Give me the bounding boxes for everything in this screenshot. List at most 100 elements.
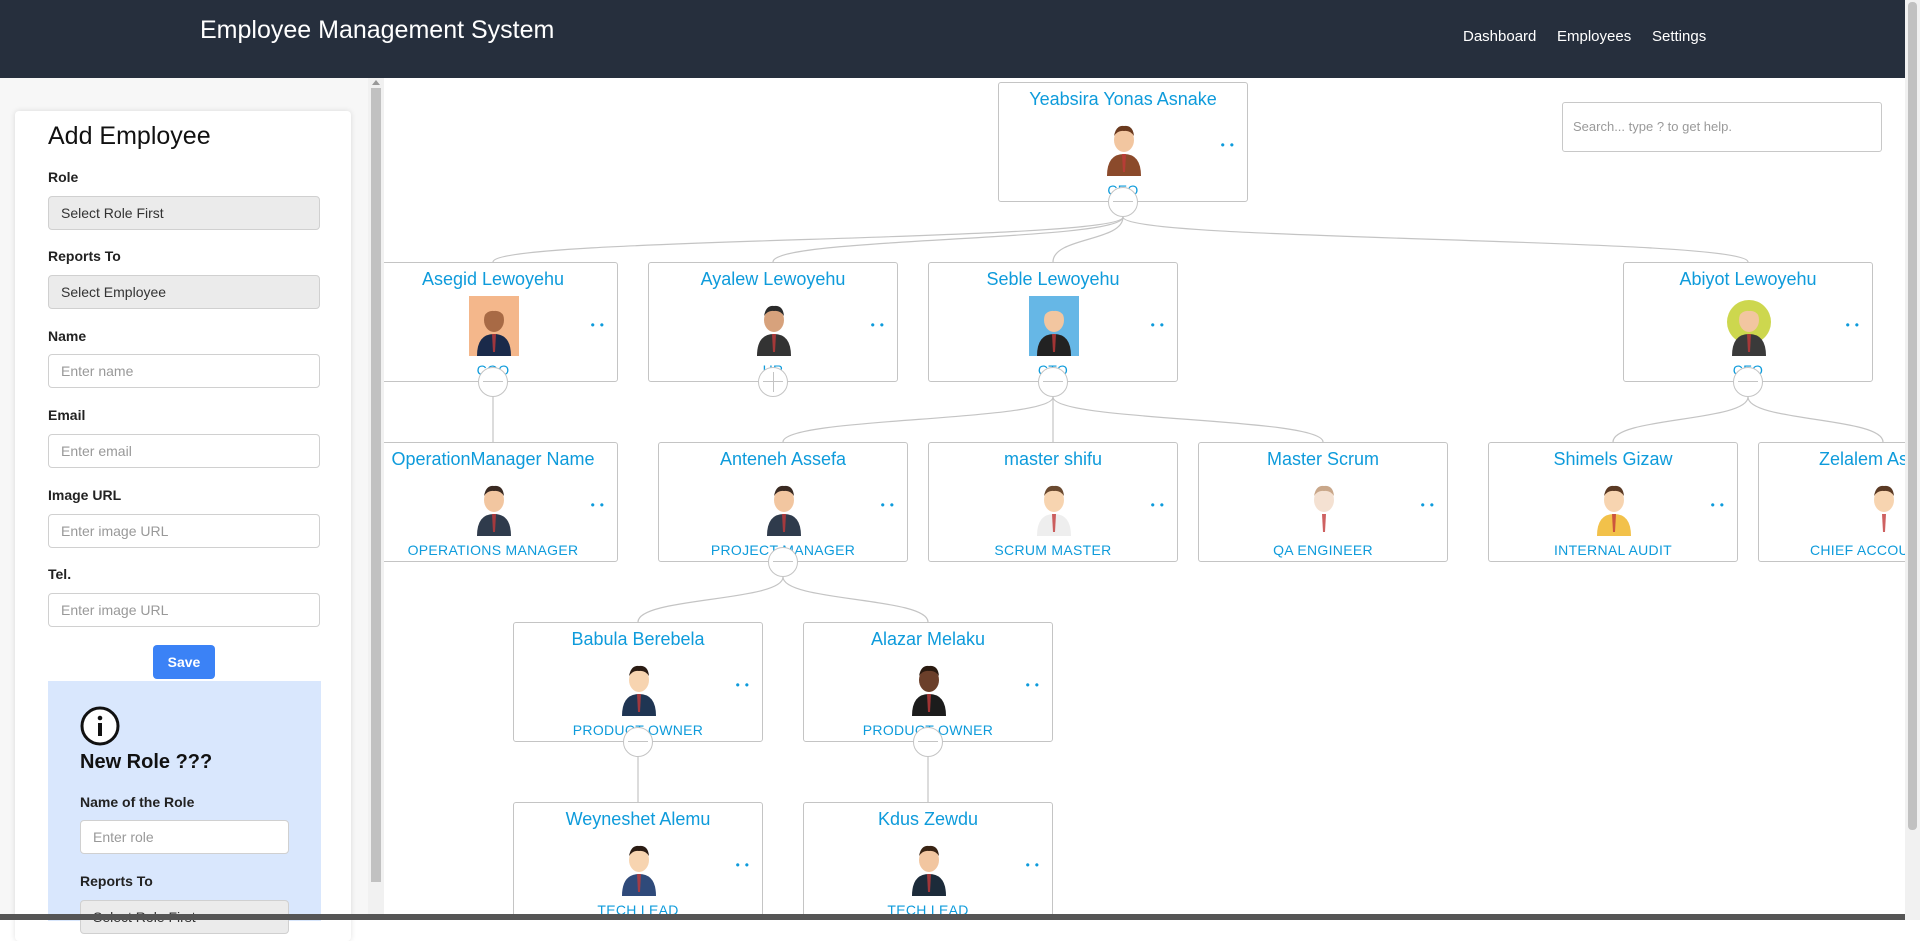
node-menu-icon[interactable]: •• (1026, 678, 1044, 692)
node-menu-icon[interactable]: •• (1846, 318, 1864, 332)
employee-node[interactable]: OperationManager Name OPERATIONS MANAGER •… (384, 442, 618, 562)
employee-role: QA ENGINEER (1273, 542, 1373, 558)
employee-role: SCRUM MASTER (994, 542, 1112, 558)
employee-node[interactable]: Babula Berebela PRODUCT OWNER •• (513, 622, 763, 742)
employee-name: Ayalew Lewoyehu (700, 269, 846, 289)
reports-to-select[interactable]: Select Employee (48, 275, 320, 309)
node-menu-icon[interactable]: •• (1151, 498, 1169, 512)
node-menu-icon[interactable]: •• (736, 678, 754, 692)
image-url-input[interactable]: Enter image URL (48, 514, 320, 548)
connector-line (772, 216, 1124, 263)
node-menu-icon[interactable]: •• (871, 318, 889, 332)
employee-avatar (749, 296, 799, 356)
org-chart[interactable]: Search... type ? to get help. Yeabsira Y… (384, 78, 1905, 914)
collapse-toggle-icon[interactable] (478, 367, 508, 397)
employee-avatar (1029, 476, 1079, 536)
employee-node[interactable]: Alazar Melaku PRODUCT OWNER •• (803, 622, 1053, 742)
employee-node[interactable]: Shimels Gizaw INTERNAL AUDIT •• (1488, 442, 1738, 562)
employee-node[interactable]: Anteneh Assefa PROJECT MANAGER •• (658, 442, 908, 562)
connector-line (492, 216, 1124, 263)
employee-name: Kdus Zewdu (877, 809, 979, 829)
employee-node[interactable]: Master Scrum QA ENGINEER •• (1198, 442, 1448, 562)
nav-dashboard[interactable]: Dashboard (1463, 28, 1536, 45)
role-name-input[interactable]: Enter role (80, 820, 289, 854)
employee-avatar (1589, 476, 1639, 536)
employee-name: Zelalem Asnake (1818, 449, 1905, 469)
reports-to-label: Reports To (48, 248, 121, 264)
collapse-toggle-icon[interactable] (1733, 367, 1763, 397)
employee-node[interactable]: Weyneshet Alemu TECH LEAD •• (513, 802, 763, 914)
role-name-label: Name of the Role (80, 794, 195, 810)
employee-avatar (759, 476, 809, 536)
name-label: Name (48, 328, 87, 344)
collapse-toggle-icon[interactable] (1108, 187, 1138, 217)
info-icon (80, 706, 120, 746)
node-menu-icon[interactable]: •• (591, 318, 609, 332)
employee-node[interactable]: Kdus Zewdu TECH LEAD •• (803, 802, 1053, 914)
connector-line (1612, 396, 1749, 443)
employee-avatar (469, 476, 519, 536)
employee-name: Asegid Lewoyehu (421, 269, 565, 289)
nav-settings[interactable]: Settings (1652, 28, 1706, 45)
employee-avatar (614, 836, 664, 896)
node-menu-icon[interactable]: •• (1151, 318, 1169, 332)
employee-role: INTERNAL AUDIT (1553, 542, 1673, 558)
node-menu-icon[interactable]: •• (1221, 138, 1239, 152)
employee-name: Babula Berebela (571, 629, 705, 649)
image-url-label: Image URL (48, 487, 122, 503)
employee-role: CHIEF ACCOUNTANT (1809, 542, 1905, 558)
add-employee-title: Add Employee (48, 122, 211, 150)
bottom-edge (0, 914, 1905, 920)
role-label: Role (48, 169, 79, 185)
node-menu-icon[interactable]: •• (1026, 858, 1044, 872)
name-input[interactable]: Enter name (48, 354, 320, 388)
employee-avatar (904, 836, 954, 896)
node-menu-icon[interactable]: •• (1421, 498, 1439, 512)
collapse-toggle-icon[interactable] (1038, 367, 1068, 397)
employee-name: Master Scrum (1266, 449, 1380, 469)
collapse-toggle-icon[interactable] (768, 547, 798, 577)
employee-avatar (1724, 296, 1774, 356)
employee-name: Anteneh Assefa (719, 449, 847, 469)
employee-avatar (469, 296, 519, 356)
node-menu-icon[interactable]: •• (881, 498, 899, 512)
tel-input[interactable]: Enter image URL (48, 593, 320, 627)
employee-avatar (1299, 476, 1349, 536)
email-input[interactable]: Enter email (48, 434, 320, 468)
connector-line (637, 576, 784, 623)
employee-name: Weyneshet Alemu (565, 809, 711, 829)
connector-line (1747, 396, 1884, 443)
employee-node[interactable]: master shifu SCRUM MASTER •• (928, 442, 1178, 562)
employee-node[interactable]: Seble LewoyehuCTO•• (928, 262, 1178, 382)
employee-node[interactable]: Zelalem AsnakeCHIEF ACCOUNTANT•• (1758, 442, 1905, 562)
employee-name: Yeabsira Yonas Asnake (1029, 89, 1217, 109)
employee-avatar (614, 656, 664, 716)
node-menu-icon[interactable]: •• (1711, 498, 1729, 512)
employee-name: Abiyot Lewoyehu (1679, 269, 1817, 289)
sidebar-scroll-thumb[interactable] (371, 88, 381, 882)
save-button[interactable]: Save (153, 645, 215, 679)
employee-node[interactable]: Ayalew LewoyehuHR•• (648, 262, 898, 382)
chart-search-input[interactable]: Search... type ? to get help. (1562, 102, 1882, 152)
sidebar-scrollbar[interactable] (368, 78, 384, 920)
employee-node[interactable]: Abiyot LewoyehuCFO•• (1623, 262, 1873, 382)
scroll-up-arrow-icon[interactable] (372, 80, 380, 85)
employee-node[interactable]: Asegid LewoyehuCOO•• (384, 262, 618, 382)
collapse-toggle-icon[interactable] (623, 727, 653, 757)
node-menu-icon[interactable]: •• (591, 498, 609, 512)
role-select[interactable]: Select Role First (48, 196, 320, 230)
top-navbar: Employee Management System Dashboard Emp… (0, 0, 1905, 78)
window-scroll-thumb[interactable] (1908, 2, 1917, 830)
app-title: Employee Management System (200, 16, 555, 44)
node-menu-icon[interactable]: •• (736, 858, 754, 872)
employee-node[interactable]: Yeabsira Yonas AsnakeCEO•• (998, 82, 1248, 202)
employee-avatar (1859, 476, 1905, 536)
nav-employees[interactable]: Employees (1557, 28, 1631, 45)
employee-name: Alazar Melaku (870, 629, 986, 649)
collapse-toggle-icon[interactable] (913, 727, 943, 757)
expand-toggle-icon[interactable] (758, 367, 788, 397)
connector-line (1122, 216, 1749, 263)
employee-name: master shifu (1003, 449, 1103, 469)
window-scrollbar[interactable] (1905, 0, 1920, 920)
connector-line (1052, 396, 1324, 443)
